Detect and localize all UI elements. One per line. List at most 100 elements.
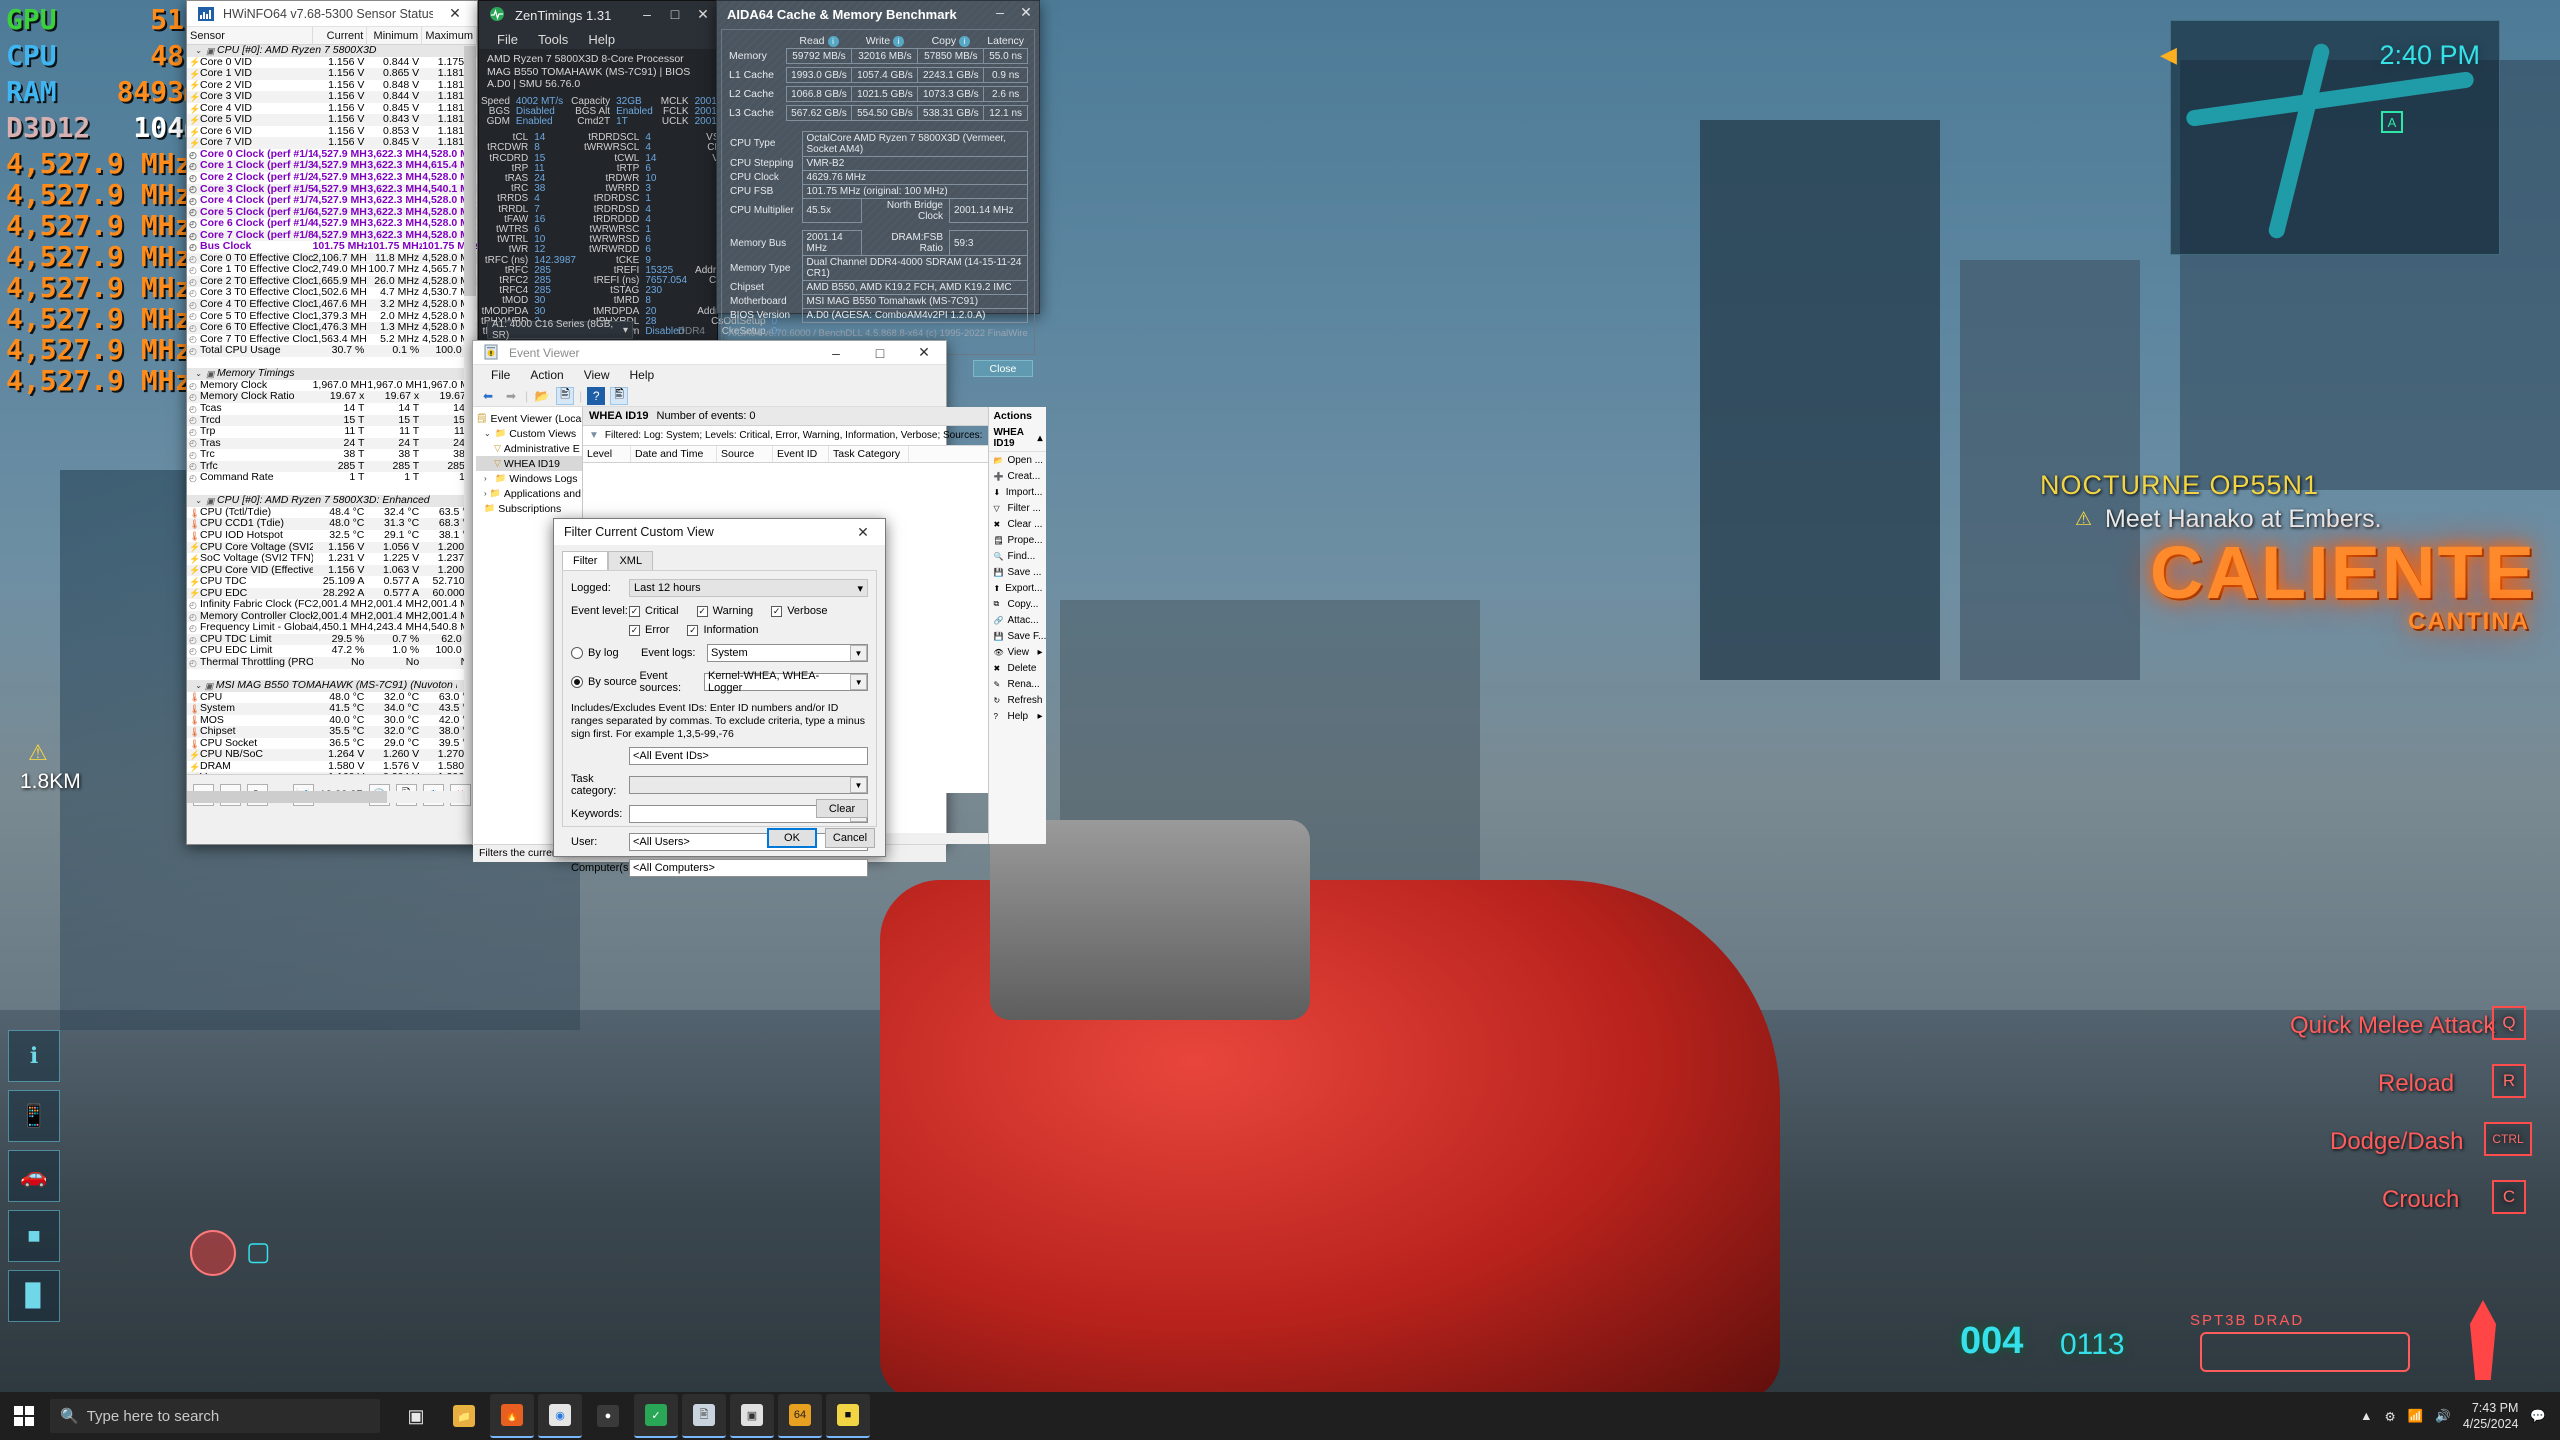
event-viewer-menubar[interactable]: File Action View Help [473, 365, 946, 385]
filter-dialog-buttons[interactable]: OK Cancel [767, 828, 875, 848]
action-refresh[interactable]: ↻ Refresh [989, 692, 1046, 708]
chrome-icon[interactable]: ◉ [538, 1394, 582, 1438]
hwinfo-column-headers[interactable]: Sensor Current Minimum Maximum [187, 26, 477, 45]
menu-action[interactable]: Action [520, 366, 573, 384]
sensor-row[interactable]: ◴ Total CPU Usage 30.7 % 0.1 % 100.0 % [187, 345, 477, 357]
sensor-row[interactable]: ◴Tcas14 T14 T14 T [187, 403, 477, 415]
sensor-row[interactable]: ◴ Core 0 Clock (perf #1/1) 4,527.9 MHz 3,62… [187, 149, 477, 161]
zentimings-taskbar-icon[interactable]: 64 [778, 1394, 822, 1438]
action-find[interactable]: 🔍 Find... [989, 548, 1046, 564]
tree-node-event-viewer-local[interactable]: 🗒 Event Viewer (Local) [476, 411, 582, 426]
menu-help[interactable]: Help [620, 366, 665, 384]
minimize-icon[interactable]: – [633, 0, 661, 28]
event-viewer-titlebar[interactable]: Event Viewer – □ ✕ [473, 341, 946, 365]
sensor-row[interactable]: 🌡 MOS 40.0 °C 30.0 °C 42.0 °C [187, 715, 477, 727]
tray-expand-icon[interactable]: ▲ [2360, 1409, 2372, 1423]
clear-button[interactable]: Clear [816, 799, 868, 818]
menu-file[interactable]: File [487, 30, 528, 49]
show-action-pane-icon[interactable]: 🖺 [610, 386, 629, 405]
sensor-group-header[interactable]: ⌄ ▣ Memory Timings [187, 368, 477, 380]
tree-node-subscriptions[interactable]: 📁 Subscriptions [476, 501, 582, 516]
sensor-row[interactable]: ◴Memory Controller Clock (UCLK)2,001.4 M… [187, 610, 477, 623]
action-attac[interactable]: 🔗 Attac... [989, 612, 1046, 628]
sensor-row[interactable]: ◴Tras24 T24 T24 T [187, 437, 477, 450]
event-sources-input[interactable]: Kernel-WHEA, WHEA-Logger ▼ [704, 670, 868, 694]
action-save-f[interactable]: 💾 Save F... [989, 628, 1046, 644]
scrollbar-thumb[interactable] [464, 46, 476, 296]
sensor-row[interactable]: ◴ Trfc 285 T 285 T 285 T [187, 460, 477, 473]
sensor-row[interactable]: ◴ Core 7 Clock (perf #1/8) 4,527.9 MHz 3,62… [187, 229, 477, 242]
info-icon[interactable]: i [893, 35, 905, 47]
event-viewer-actions-pane[interactable]: Actions WHEA ID19 ▴ 📂 Open ... ➕ Creat... ⬇ Im… [988, 407, 1047, 844]
sensor-row[interactable]: ⚡ CPU EDC 28.292 A 0.577 A 60.000 A [187, 587, 477, 600]
tree-node-custom-views[interactable]: ⌄ 📁 Custom Views [476, 426, 582, 441]
action-creat[interactable]: ➕ Creat... [989, 468, 1046, 484]
filter-dialog-titlebar[interactable]: Filter Current Custom View ✕ [554, 519, 885, 545]
sensor-row[interactable]: ◴ Core 5 T0 Effective Clock 1,379.3 MHz 2.0… [187, 311, 477, 323]
action-save[interactable]: 💾 Save ... [989, 564, 1046, 580]
network-icon[interactable]: 📶 [2408, 1409, 2424, 1424]
action-export[interactable]: ⬆ Export... [989, 580, 1046, 596]
aida64-titlebar[interactable]: AIDA64 Cache & Memory Benchmark – ✕ [717, 1, 1039, 27]
sensor-row[interactable]: 🌡 Chipset 35.5 °C 32.0 °C 38.0 °C [187, 726, 477, 738]
chevron-down-icon[interactable]: ⌄ [195, 45, 203, 57]
aida64-window-buttons[interactable]: – ✕ [987, 0, 1039, 29]
tree-node-windows-logs[interactable]: › 📁 Windows Logs [476, 471, 582, 486]
sensor-row[interactable]: ⚡ Core 4 VID 1.156 V 0.845 V 1.181 V [187, 103, 477, 115]
sensor-row[interactable]: ◴Command Rate1 T1 T1 T [187, 472, 477, 484]
scrollbar-thumb[interactable] [187, 791, 387, 803]
hwinfo-sensor-list[interactable]: ⌄ ▣ CPU [#0]: AMD Ryzen 7 5800X3D ⚡ Core 0 V… [187, 45, 477, 774]
sensor-group-header[interactable]: ⌄ ▣ CPU [#0]: AMD Ryzen 7 5800X3D: Enhance… [187, 495, 477, 507]
sensor-row[interactable]: ⚡ Core 6 VID 1.156 V 0.853 V 1.181 V [187, 126, 477, 138]
checkbox-verbose[interactable]: ✓ Verbose [771, 605, 828, 617]
event-viewer-taskbar-icon[interactable]: 🖹 [682, 1394, 726, 1438]
sensor-row[interactable]: ◴ Core 6 T0 Effective Clock 1,476.3 MHz 1.3… [187, 322, 477, 334]
computers-input[interactable]: <All Computers> [629, 859, 868, 877]
tab-xml[interactable]: XML [608, 551, 654, 570]
sensor-row[interactable]: ◴ Core 4 T0 Effective Clock 1,467.6 MHz 3.2… [187, 299, 477, 311]
back-arrow-icon[interactable]: ⬅ [479, 387, 497, 405]
sensor-row[interactable]: ⚡ SoC Voltage (SVI2 TFN) 1.231 V 1.225 V 1.2… [187, 553, 477, 565]
chevron-down-icon[interactable]: ⌄ [195, 680, 202, 692]
start-button[interactable] [0, 1392, 48, 1440]
close-icon[interactable]: ✕ [1013, 0, 1039, 25]
checkbox-error[interactable]: ✓ Error [629, 624, 669, 636]
sensor-group-header[interactable]: ⌄ ▣ CPU [#0]: AMD Ryzen 7 5800X3D [187, 45, 477, 57]
sensor-row[interactable]: 🌡 CPU Socket 36.5 °C 29.0 °C 39.5 °C [187, 738, 477, 750]
aida64-window[interactable]: AIDA64 Cache & Memory Benchmark – ✕ Read… [716, 0, 1040, 377]
close-icon[interactable]: ✕ [902, 338, 946, 368]
sensor-row[interactable]: ⚡CPU Core Voltage (SVI2 TFN) 1.156 V 1.056… [187, 541, 477, 554]
chevron-icon[interactable]: › [484, 474, 492, 483]
chevron-down-icon[interactable]: ▾ [857, 582, 863, 595]
sensor-row[interactable]: 🌡 CPU (Tctl/Tdie) 48.4 °C 32.4 °C 63.5 °C [187, 507, 477, 519]
column-header-datetime[interactable]: Date and Time [631, 446, 717, 462]
tree-node-applications-and-se[interactable]: ›📁Applications and Se [476, 486, 582, 501]
action-view[interactable]: 👁 View ▸ [989, 644, 1046, 660]
sensor-row[interactable]: ⚡ Core 1 VID 1.156 V 0.865 V 1.181 V [187, 68, 477, 80]
sensor-row[interactable]: ◴ Core 2 T0 Effective Clock 1,665.9 MHz 26.… [187, 275, 477, 288]
action-clear[interactable]: ✖ Clear ... [989, 516, 1046, 532]
hwinfo-taskbar-icon[interactable]: ✓ [634, 1394, 678, 1438]
sensor-row[interactable]: 🌡 CPU CCD1 (Tdie) 48.0 °C 31.3 °C 68.3 °C [187, 518, 477, 530]
submenu-arrow-icon[interactable]: ▸ [1037, 647, 1042, 658]
notifications-icon[interactable]: 💬 [2530, 1409, 2546, 1424]
chevron-down-icon[interactable]: ⌄ [195, 368, 203, 380]
cancel-button[interactable]: Cancel [825, 828, 875, 848]
column-header-eventid[interactable]: Event ID [773, 446, 829, 462]
sensor-row[interactable]: ⚡ Core 7 VID 1.156 V 0.845 V 1.181 V [187, 137, 477, 149]
action-help[interactable]: ? Help ▸ [989, 708, 1046, 724]
zentimings-menubar[interactable]: File Tools Help [479, 29, 717, 49]
sensor-row[interactable]: ◴Trp11 T11 T11 T [187, 426, 477, 438]
action-filter[interactable]: ▽ Filter ... [989, 500, 1046, 516]
action-import[interactable]: ⬇ Import... [989, 484, 1046, 500]
sensor-row[interactable]: ◴ Core 1 Clock (perf #1/3) 4,527.9 MHz 3,62… [187, 160, 477, 173]
action-open[interactable]: 📂 Open ... [989, 452, 1046, 468]
sensor-row[interactable]: ◴ Core 0 T0 Effective Clock 2,106.7 MHz 11.… [187, 252, 477, 265]
system-tray[interactable]: ▲ ⚙ 📶 🔊 7:43 PM 4/25/2024 💬 [2360, 1400, 2560, 1432]
actions-list[interactable]: 📂 Open ... ➕ Creat... ⬇ Import... ▽ Filter ... ✖… [989, 452, 1046, 724]
firefox-icon[interactable]: 🔥 [490, 1394, 534, 1438]
sensor-row[interactable]: ⚡ CPU Core VID (Effective) 1.156 V 1.063 V1… [187, 564, 477, 577]
chevron-down-icon[interactable]: ▼ [850, 777, 867, 793]
aida64-taskbar-icon[interactable]: ▣ [730, 1394, 774, 1438]
action-copy[interactable]: ⧉ Copy... [989, 596, 1046, 612]
